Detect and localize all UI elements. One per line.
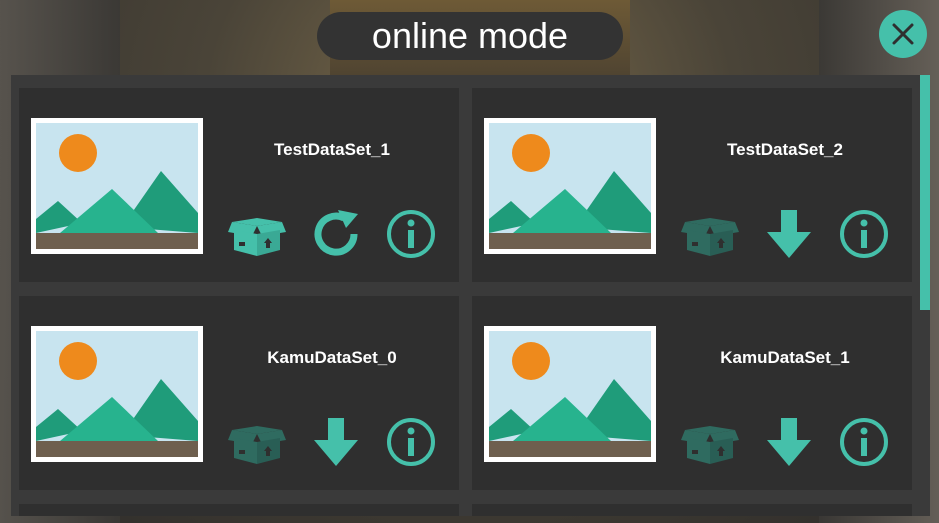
close-button[interactable] — [879, 10, 927, 58]
info-button[interactable] — [379, 206, 443, 262]
download-button[interactable] — [757, 206, 821, 262]
dataset-thumbnail — [484, 326, 656, 462]
landscape-image-icon — [36, 123, 198, 249]
scrollbar[interactable] — [920, 75, 930, 516]
dataset-name: KamuDataSet_1 — [720, 348, 850, 367]
dataset-thumbnail — [484, 118, 656, 254]
package-box-icon — [228, 426, 286, 464]
dataset-name: TestDataSet_2 — [727, 140, 843, 159]
download-icon — [314, 418, 358, 466]
page-title: online mode — [317, 12, 623, 60]
package-button[interactable] — [678, 414, 742, 470]
dataset-card[interactable]: TestDataSet_1 — [19, 88, 459, 282]
dataset-thumbnail — [31, 118, 203, 254]
info-button[interactable] — [832, 414, 896, 470]
package-button[interactable] — [225, 414, 289, 470]
package-button[interactable] — [678, 206, 742, 262]
info-button[interactable] — [379, 414, 443, 470]
dataset-card-partial[interactable] — [472, 504, 912, 516]
dataset-list-panel[interactable]: TestDataSet_1 TestDataSet_2 KamuDataSet_… — [11, 75, 930, 516]
dataset-card-partial[interactable] — [19, 504, 459, 516]
dataset-card[interactable]: KamuDataSet_1 — [472, 296, 912, 490]
close-icon — [892, 23, 914, 45]
refresh-button[interactable] — [304, 206, 368, 262]
dataset-thumbnail — [31, 326, 203, 462]
landscape-image-icon — [489, 331, 651, 457]
package-box-icon — [681, 426, 739, 464]
dataset-name: KamuDataSet_0 — [267, 348, 397, 367]
info-icon — [840, 210, 888, 258]
info-button[interactable] — [832, 206, 896, 262]
package-button[interactable] — [225, 206, 289, 262]
scrollbar-thumb[interactable] — [920, 75, 930, 310]
download-button[interactable] — [757, 414, 821, 470]
info-icon — [387, 210, 435, 258]
download-button[interactable] — [304, 414, 368, 470]
dataset-card[interactable]: KamuDataSet_0 — [19, 296, 459, 490]
landscape-image-icon — [489, 123, 651, 249]
info-icon — [387, 418, 435, 466]
package-box-icon — [681, 218, 739, 256]
refresh-icon — [314, 210, 358, 256]
download-icon — [767, 418, 811, 466]
info-icon — [840, 418, 888, 466]
download-icon — [767, 210, 811, 258]
landscape-image-icon — [36, 331, 198, 457]
package-box-icon — [228, 218, 286, 256]
dataset-card[interactable]: TestDataSet_2 — [472, 88, 912, 282]
dataset-name: TestDataSet_1 — [274, 140, 390, 159]
